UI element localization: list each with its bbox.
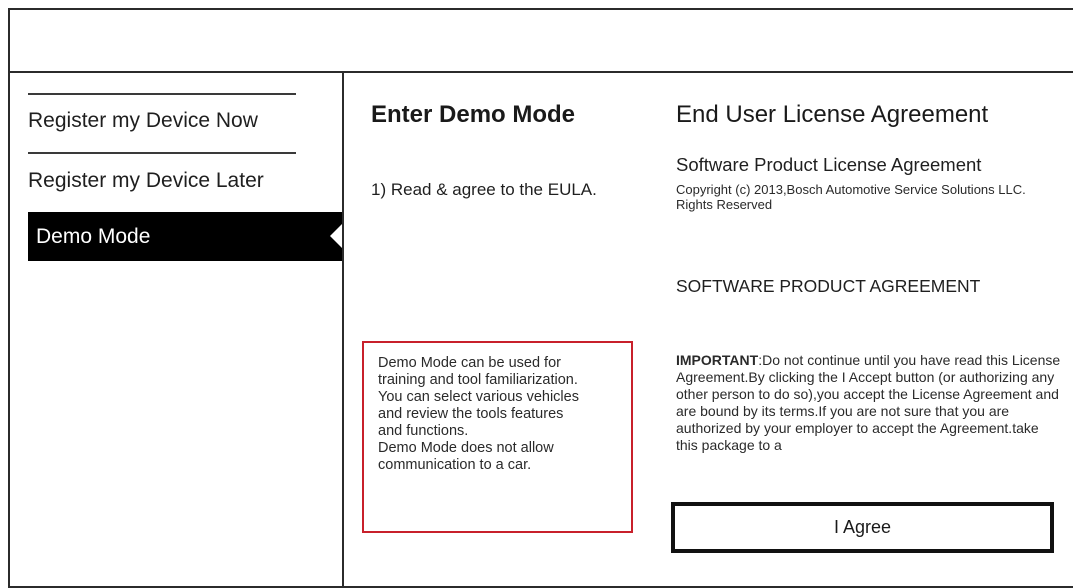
info-line: communication to a car. bbox=[378, 457, 532, 473]
info-line: and functions. bbox=[378, 423, 469, 439]
main-content: Enter Demo Mode 1) Read & agree to the E… bbox=[344, 73, 1073, 586]
eula-text-scroll[interactable]: IMPORTANT:Do not continue until you have… bbox=[676, 352, 1064, 494]
info-line: and review the tools features bbox=[378, 406, 564, 422]
sidebar-divider bbox=[28, 93, 296, 95]
eula-important-label: IMPORTANT bbox=[676, 352, 759, 368]
sidebar-divider bbox=[28, 152, 296, 154]
eula-section-heading: SOFTWARE PRODUCT AGREEMENT bbox=[676, 276, 981, 296]
info-line: You can select various vehicles bbox=[378, 389, 579, 405]
info-line: Demo Mode can be used for bbox=[378, 355, 561, 371]
demo-mode-title: Enter Demo Mode bbox=[371, 101, 576, 128]
eula-copyright: Copyright (c) 2013,Bosch Automotive Serv… bbox=[676, 182, 1026, 212]
info-line: Demo Mode does not allow bbox=[378, 440, 554, 456]
demo-mode-info-box: Demo Mode can be used for training and t… bbox=[362, 341, 633, 533]
info-line: training and tool familiarization. bbox=[378, 372, 578, 388]
eula-subtitle: Software Product License Agreement bbox=[676, 154, 982, 175]
agree-button[interactable]: I Agree bbox=[671, 502, 1054, 553]
sidebar-item-label: Demo Mode bbox=[36, 225, 151, 248]
sidebar-item-register-later[interactable]: Register my Device Later bbox=[28, 169, 264, 193]
active-item-notch-icon bbox=[330, 224, 342, 248]
sidebar-item-demo-mode[interactable]: Demo Mode bbox=[28, 212, 342, 261]
header-bar bbox=[10, 10, 1073, 73]
app-frame: Register my Device Now Register my Devic… bbox=[8, 8, 1073, 588]
eula-title: End User License Agreement bbox=[676, 101, 989, 128]
demo-step-instruction: 1) Read & agree to the EULA. bbox=[371, 180, 597, 199]
sidebar-item-register-now[interactable]: Register my Device Now bbox=[28, 109, 258, 133]
sidebar: Register my Device Now Register my Devic… bbox=[10, 73, 344, 586]
